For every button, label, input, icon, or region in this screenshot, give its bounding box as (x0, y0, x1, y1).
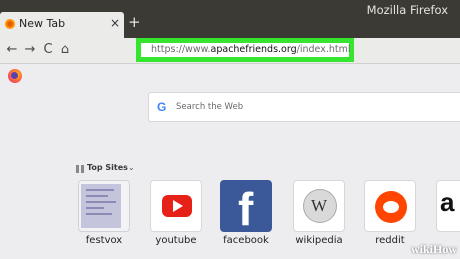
new-tab-button[interactable]: + (128, 15, 141, 30)
top-site-amazon[interactable]: a (436, 180, 460, 232)
web-search-box[interactable]: G Search the Web (148, 92, 460, 122)
top-site-label: facebook (223, 235, 269, 246)
back-button[interactable]: ← (4, 41, 20, 59)
firefox-favicon-icon (5, 19, 15, 29)
top-site-facebook[interactable]: f (220, 180, 272, 232)
url-suffix: /index.html (296, 44, 351, 55)
top-site-wikipedia[interactable]: W (293, 180, 345, 232)
top-site-reddit[interactable] (364, 180, 416, 232)
top-sites-title: Top Sites (87, 163, 128, 172)
tab-new-tab[interactable]: New Tab × (0, 12, 124, 38)
forward-button[interactable]: → (22, 41, 38, 59)
youtube-logo-icon (162, 195, 192, 217)
facebook-logo-icon: f (238, 183, 254, 232)
wikihow-watermark: wikiHow (410, 242, 457, 256)
top-site-label: wikipedia (295, 235, 343, 246)
url-domain: apachefriends.org (210, 44, 297, 55)
wikipedia-globe-icon: W (303, 189, 337, 223)
reddit-logo-icon (375, 191, 407, 223)
top-site-label: youtube (155, 235, 197, 246)
window-title: Mozilla Firefox (366, 3, 448, 17)
navigation-bar: ← → C ⌂ https://www.apachefriends.org/in… (0, 38, 460, 64)
url-bar[interactable]: https://www.apachefriends.org/index.html (136, 38, 354, 62)
url-text: https://www.apachefriends.org/index.html (151, 44, 350, 55)
title-bar: Mozilla Firefox New Tab × + (0, 0, 460, 38)
festvox-thumbnail (81, 184, 121, 228)
firefox-logo-icon (8, 69, 22, 83)
top-site-festvox[interactable] (78, 180, 130, 232)
top-site-label: festvox (85, 235, 123, 246)
url-prefix: https://www. (151, 44, 211, 55)
tab-close-icon[interactable]: × (110, 16, 120, 30)
reload-button[interactable]: C (40, 41, 56, 59)
home-button[interactable]: ⌂ (57, 41, 73, 59)
google-icon: G (157, 100, 167, 114)
top-sites-icon (76, 165, 84, 173)
new-tab-page: G Search the Web Top Sites ⌄ festvox you… (0, 65, 460, 259)
search-placeholder: Search the Web (176, 102, 244, 112)
tab-title: New Tab (19, 17, 66, 30)
amazon-logo-icon: a (440, 187, 455, 217)
top-site-youtube[interactable] (150, 180, 202, 232)
chevron-down-icon[interactable]: ⌄ (128, 163, 135, 172)
